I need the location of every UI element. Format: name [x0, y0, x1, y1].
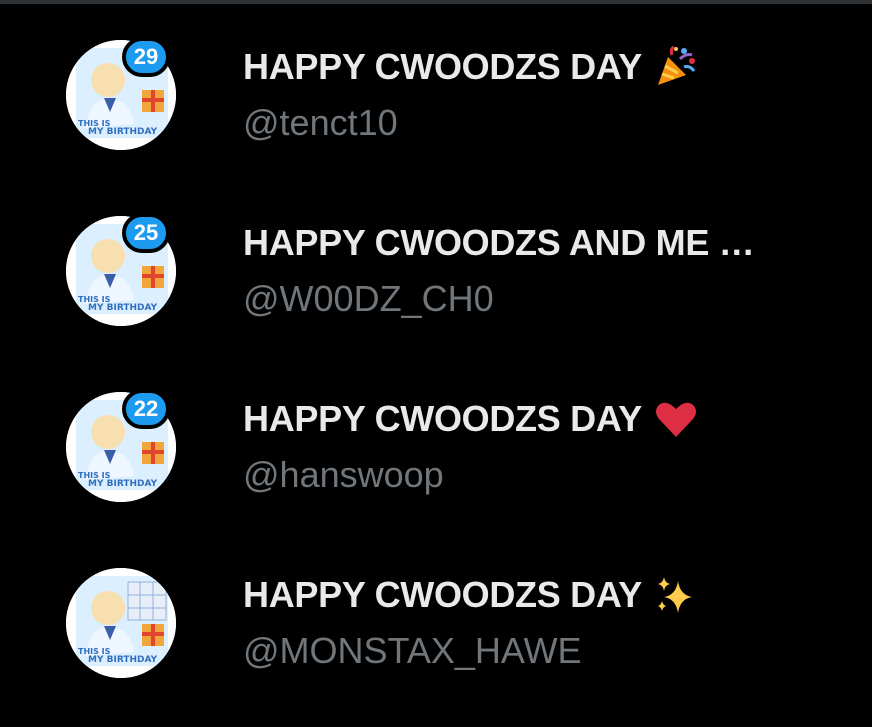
party-popper-icon — [654, 45, 698, 89]
title-line: HAPPY CWOODZS DAY — [243, 394, 698, 444]
notification-badge: 25 — [122, 213, 170, 253]
svg-text:MY BIRTHDAY: MY BIRTHDAY — [88, 479, 158, 489]
username-handle: @MONSTAX_HAWE — [243, 630, 582, 671]
username-handle: @tenct10 — [243, 102, 398, 143]
title-line: HAPPY CWOODZS DAY — [243, 42, 698, 92]
svg-text:MY BIRTHDAY: MY BIRTHDAY — [88, 303, 158, 313]
display-name: HAPPY CWOODZS DAY — [243, 46, 642, 87]
account-row[interactable]: THIS IS MY BIRTHDAY 29 HAPPY CWOODZS DAY — [0, 18, 872, 168]
username-handle: @W00DZ_CH0 — [243, 278, 494, 319]
account-row[interactable]: THIS IS MY BIRTHDAY 22 HAPPY CWOODZS DAY… — [0, 370, 872, 520]
avatar[interactable]: THIS IS MY BIRTHDAY — [66, 568, 176, 678]
display-name: HAPPY CWOODZS AND ME … — [243, 222, 755, 263]
title-line: HAPPY CWOODZS DAY — [243, 570, 698, 620]
account-row[interactable]: THIS IS MY BIRTHDAY HAPPY CWOODZS DAY @M… — [0, 546, 872, 696]
title-line: HAPPY CWOODZS AND ME … — [243, 218, 755, 268]
display-name: HAPPY CWOODZS DAY — [243, 398, 642, 439]
display-name: HAPPY CWOODZS DAY — [243, 574, 642, 615]
sparkles-icon — [654, 573, 698, 617]
svg-text:MY BIRTHDAY: MY BIRTHDAY — [88, 655, 158, 665]
account-row[interactable]: THIS IS MY BIRTHDAY 25 HAPPY CWOODZS AND… — [0, 194, 872, 344]
svg-text:MY BIRTHDAY: MY BIRTHDAY — [88, 127, 158, 137]
notification-badge: 22 — [122, 389, 170, 429]
red-heart-icon — [654, 397, 698, 441]
notification-badge: 29 — [122, 37, 170, 77]
birthday-photo-icon: THIS IS MY BIRTHDAY — [66, 568, 176, 678]
username-handle: @hanswoop — [243, 454, 444, 495]
account-list: THIS IS MY BIRTHDAY 29 HAPPY CWOODZS DAY — [0, 0, 872, 727]
